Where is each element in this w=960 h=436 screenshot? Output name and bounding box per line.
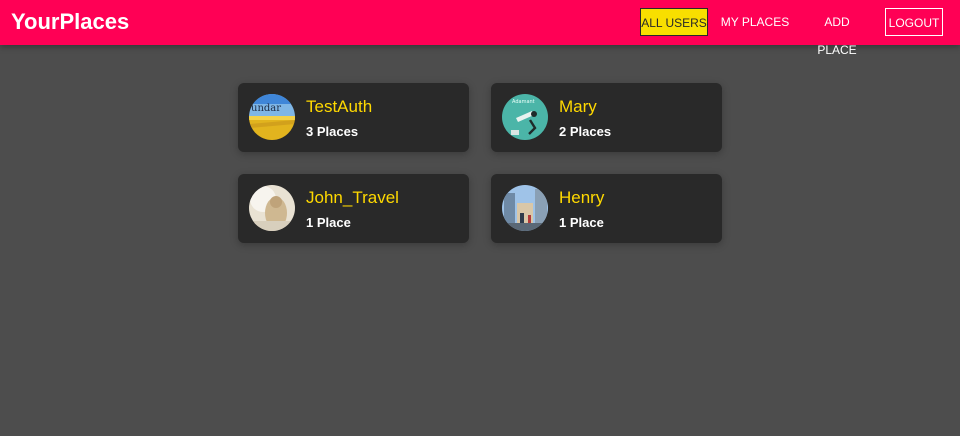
main-header: YourPlaces ALL USERS MY PLACES ADD PLACE… [0,0,960,57]
user-place-count: 3 Places [306,124,359,139]
nav-all-users[interactable]: ALL USERS [640,8,708,36]
logout-button[interactable]: LOGOUT [885,8,943,36]
user-card-john-travel[interactable]: John_Travel 1 Place [238,174,469,243]
user-card-mary[interactable]: Adamant Mary 2 Places [491,83,722,152]
user-name: TestAuth [306,97,373,116]
user-name: Mary [559,97,597,116]
svg-text:undar: undar [251,103,281,114]
main-navigation: ALL USERS MY PLACES ADD PLACE LOGOUT [0,8,960,57]
blurred-person-image [249,185,295,231]
nav-add-place[interactable]: ADD PLACE [803,8,871,57]
city-street-image [502,185,548,231]
user-name: Henry [559,188,605,207]
nav-my-places[interactable]: MY PLACES [720,8,790,36]
user-place-count: 2 Places [559,124,612,139]
user-card-henry[interactable]: Henry 1 Place [491,174,722,243]
wheat-field-image: undar [249,94,295,140]
user-place-count: 1 Place [306,215,351,230]
svg-text:Adamant: Adamant [512,99,535,105]
user-place-count: 1 Place [559,215,604,230]
user-name: John_Travel [306,188,399,207]
adamant-illustration-image: Adamant [502,94,548,140]
user-card-testauth[interactable]: undar TestAuth 3 Places [238,83,469,152]
